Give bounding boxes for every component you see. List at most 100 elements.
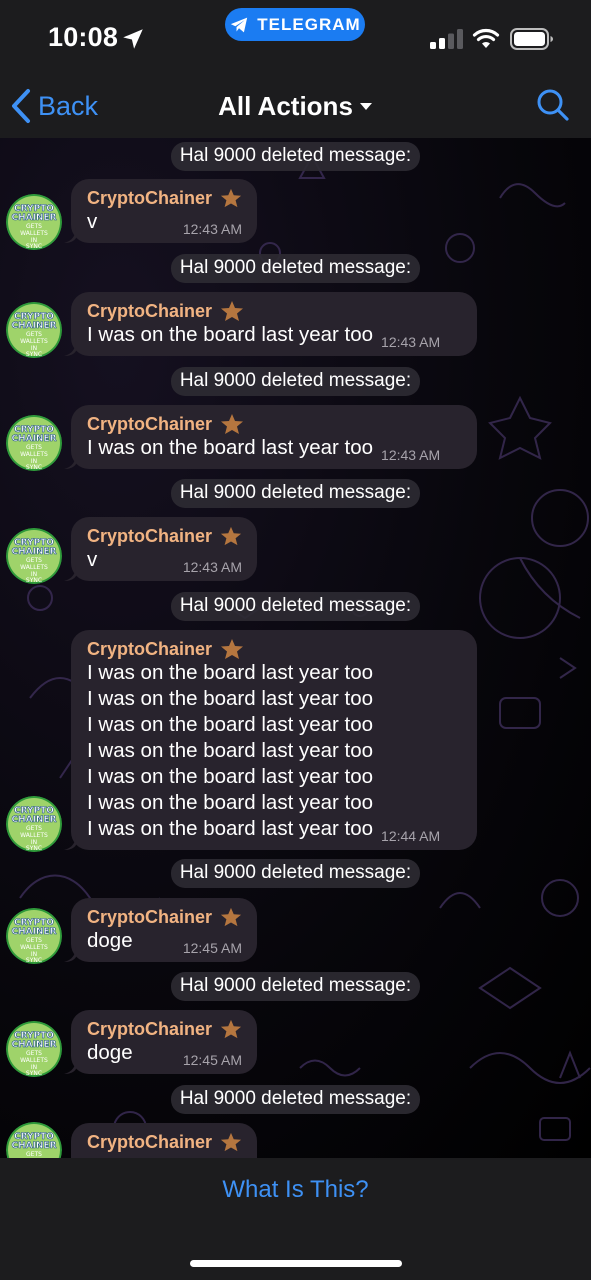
- service-message: Hal 9000 deleted message:: [0, 592, 591, 621]
- service-message-text: Hal 9000 deleted message:: [170, 1085, 421, 1114]
- service-message: Hal 9000 deleted message:: [0, 142, 591, 171]
- sender-name[interactable]: CryptoChainer: [87, 414, 212, 435]
- home-indicator[interactable]: [190, 1260, 402, 1267]
- sender-row: CryptoChainer: [87, 1018, 242, 1040]
- service-message-text: Hal 9000 deleted message:: [170, 367, 421, 396]
- sender-name[interactable]: CryptoChainer: [87, 301, 212, 322]
- sender-name[interactable]: CryptoChainer: [87, 526, 212, 547]
- avatar-image: CRYPTO CHAINER GETS WALLETS IN SYNC: [6, 1021, 62, 1077]
- avatar-image: CRYPTO CHAINER GETS WALLETS IN SYNC: [6, 908, 62, 964]
- message-time: 12:43 AM: [381, 447, 441, 463]
- star-icon: [220, 526, 242, 546]
- message-bubble[interactable]: CryptoChainer I was on the board last ye…: [64, 630, 477, 850]
- message-text: I was on the board last year too: [87, 739, 374, 762]
- avatar[interactable]: CRYPTO CHAINER GETS WALLETS IN SYNC: [6, 302, 62, 358]
- svg-text:CHAINER: CHAINER: [11, 434, 56, 444]
- sender-name[interactable]: CryptoChainer: [87, 907, 212, 928]
- telegram-pill[interactable]: TELEGRAM: [225, 8, 365, 41]
- message-time: 12:44 AM: [381, 828, 441, 844]
- avatar[interactable]: CRYPTO CHAINER GETS WALLETS IN SYNC: [6, 194, 62, 250]
- message-text: v: [87, 548, 98, 571]
- message-body: doge 12:45 AM: [87, 928, 242, 956]
- svg-text:GETS: GETS: [26, 1151, 42, 1158]
- message-bubble[interactable]: CryptoChainer I was on the board last ye…: [64, 405, 477, 469]
- chat-log[interactable]: Hal 9000 deleted message: Hal 9000 delet…: [0, 138, 591, 1158]
- message-body: I was on the board last year too 12:43 A…: [87, 322, 462, 350]
- message-time: 12:45 AM: [182, 1052, 242, 1068]
- service-message-text: Hal 9000 deleted message:: [170, 859, 421, 888]
- avatar-image: CRYPTO CHAINER GETS WALLETS IN SYNC: [6, 528, 62, 584]
- svg-text:CHAINER: CHAINER: [11, 815, 56, 825]
- message-text: I was on the board last year too: [87, 713, 374, 736]
- sender-row: CryptoChainer: [87, 525, 242, 547]
- svg-text:SYNC: SYNC: [26, 577, 42, 584]
- message-bubble[interactable]: CryptoChainer doge 12:45 AM: [64, 1010, 257, 1074]
- avatar[interactable]: CRYPTO CHAINER GETS WALLETS IN SYNC: [6, 528, 62, 584]
- message-bubble[interactable]: CryptoChainer I was on the board last ye…: [64, 292, 477, 356]
- avatar-image: CRYPTO CHAINER GETS WALLETS IN SYNC: [6, 415, 62, 471]
- svg-text:CHAINER: CHAINER: [11, 321, 56, 331]
- message-bubble[interactable]: CryptoChainer doge 12:45 AM: [64, 898, 257, 962]
- message-bubble[interactable]: CryptoChainer v 12:43 AM: [64, 179, 257, 243]
- message-bubble[interactable]: CryptoChainer v 12:43 AM: [64, 517, 257, 581]
- caret-down-icon: [359, 103, 372, 110]
- star-icon: [221, 301, 244, 321]
- location-arrow-icon: [123, 29, 143, 49]
- avatar[interactable]: CRYPTO CHAINER GETS WALLETS IN SYNC: [6, 1021, 62, 1077]
- avatar-image: CRYPTO CHAINER GETS WALLETS IN SYNC: [6, 796, 62, 852]
- sender-name[interactable]: CryptoChainer: [87, 1132, 212, 1153]
- svg-text:CHAINER: CHAINER: [11, 1040, 56, 1050]
- avatar-image: CRYPTO CHAINER GETS WALLETS IN SYNC: [6, 302, 62, 358]
- cellular-signal-icon: [430, 29, 463, 49]
- message-time: 12:43 AM: [182, 221, 242, 237]
- sender-row: CryptoChainer: [87, 906, 242, 928]
- svg-text:GETS: GETS: [26, 1050, 42, 1057]
- svg-text:WALLETS: WALLETS: [20, 564, 48, 571]
- sender-row: CryptoChainer: [87, 1131, 242, 1153]
- service-message: Hal 9000 deleted message:: [0, 859, 591, 888]
- message-text: I was on the board last year too: [87, 687, 374, 710]
- message-text: I was on the board last year too: [87, 323, 374, 346]
- message-text: I was on the board last year too: [87, 765, 374, 788]
- svg-text:SYNC: SYNC: [26, 1070, 42, 1077]
- sender-name[interactable]: CryptoChainer: [87, 188, 212, 209]
- service-message-text: Hal 9000 deleted message:: [170, 142, 421, 171]
- message-body: v 12:43 AM: [87, 209, 242, 237]
- search-icon[interactable]: [536, 88, 570, 122]
- message-body: doge 12:45 AM: [87, 1040, 242, 1068]
- message-bubble[interactable]: CryptoChainer: [71, 1123, 257, 1158]
- avatar[interactable]: CRYPTO CHAINER GETS WALLETS IN SYNC: [6, 796, 62, 852]
- message-text: doge: [87, 1041, 133, 1064]
- message-text: I was on the board last year too: [87, 436, 374, 459]
- message-time: 12:45 AM: [182, 940, 242, 956]
- svg-text:SYNC: SYNC: [26, 845, 42, 852]
- all-actions-filter[interactable]: All Actions: [218, 91, 373, 122]
- star-icon: [221, 639, 244, 659]
- telegram-pill-label: TELEGRAM: [257, 14, 361, 34]
- sender-name[interactable]: CryptoChainer: [87, 639, 212, 660]
- svg-text:SYNC: SYNC: [26, 351, 42, 358]
- message-body: v 12:43 AM: [87, 547, 242, 575]
- bubble-tail: [64, 227, 76, 243]
- back-label: Back: [38, 90, 99, 121]
- bubble-tail: [64, 340, 76, 356]
- message-time: 12:43 AM: [182, 559, 242, 575]
- star-icon: [220, 1019, 242, 1039]
- service-message: Hal 9000 deleted message:: [0, 254, 591, 283]
- svg-text:CHAINER: CHAINER: [11, 1141, 56, 1151]
- bubble-tail: [64, 1058, 76, 1074]
- svg-text:SYNC: SYNC: [26, 243, 42, 250]
- service-message-text: Hal 9000 deleted message:: [170, 972, 421, 1001]
- avatar[interactable]: CRYPTO CHAINER GETS WALLETS IN SYNC: [6, 415, 62, 471]
- svg-text:WALLETS: WALLETS: [20, 451, 48, 458]
- bubble-tail: [64, 834, 76, 850]
- what-is-this-button[interactable]: What Is This?: [0, 1176, 591, 1204]
- avatar[interactable]: CRYPTO CHAINER GETS WALLETS IN SYNC: [6, 908, 62, 964]
- message-time: 12:43 AM: [381, 334, 441, 350]
- service-message-text: Hal 9000 deleted message:: [170, 254, 421, 283]
- sender-name[interactable]: CryptoChainer: [87, 1019, 212, 1040]
- service-message: Hal 9000 deleted message:: [0, 479, 591, 508]
- back-button[interactable]: Back: [10, 86, 98, 126]
- svg-text:WALLETS: WALLETS: [20, 230, 48, 237]
- sender-row: CryptoChainer: [87, 638, 462, 660]
